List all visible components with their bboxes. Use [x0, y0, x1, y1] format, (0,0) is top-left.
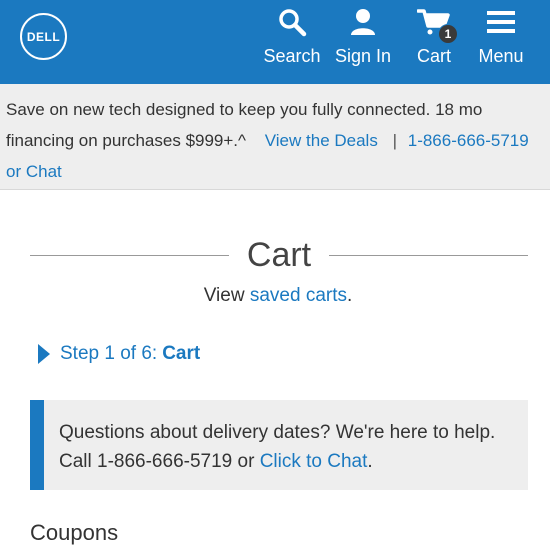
title-divider-right	[329, 254, 529, 256]
cart-label: Cart	[416, 46, 451, 66]
saved-carts-line: View saved carts.	[0, 285, 550, 307]
coupons-heading: Coupons	[30, 520, 119, 545]
checkout-step-toggle[interactable]: Step 1 of 6: Cart	[38, 343, 200, 365]
chat-link[interactable]: Chat	[26, 162, 62, 181]
search-button[interactable]: Search	[263, 0, 321, 84]
logo-text: DELL	[26, 29, 61, 44]
sign-in-label: Sign In	[334, 46, 392, 66]
cart-icon: 1	[414, 2, 458, 44]
delivery-notice: Questions about delivery dates? We're he…	[30, 400, 528, 490]
dell-logo[interactable]: DELL	[20, 13, 67, 60]
promo-banner: Save on new tech designed to keep you fu…	[0, 84, 550, 190]
caret-right-icon	[38, 344, 50, 364]
hamburger-icon	[481, 2, 521, 42]
step-prefix: Step 1 of 6:	[60, 343, 158, 364]
saved-carts-link[interactable]: saved carts	[250, 285, 347, 306]
cart-button[interactable]: 1 Cart	[410, 0, 458, 84]
user-icon	[343, 2, 383, 42]
cart-count-badge: 1	[438, 24, 458, 44]
click-to-chat-link[interactable]: Click to Chat	[260, 451, 368, 472]
search-icon	[272, 2, 312, 42]
page-title: Cart	[246, 235, 312, 274]
menu-button[interactable]: Menu	[476, 0, 526, 84]
chat-connector: or	[6, 162, 22, 181]
phone-link[interactable]: 1-866-666-5719	[408, 131, 529, 150]
view-deals-link[interactable]: View the Deals	[265, 131, 378, 150]
saved-prefix: View	[203, 285, 250, 306]
menu-label: Menu	[478, 46, 524, 66]
promo-separator: |	[392, 131, 397, 150]
search-label: Search	[263, 46, 321, 66]
title-divider-left	[30, 254, 229, 256]
notice-suffix: .	[367, 451, 373, 472]
step-current: Cart	[162, 343, 201, 364]
page-title-row: Cart	[30, 230, 529, 280]
site-header: DELL Search Sign In 1 Cart Menu	[0, 0, 550, 84]
saved-suffix: .	[347, 285, 353, 306]
sign-in-button[interactable]: Sign In	[334, 0, 392, 84]
